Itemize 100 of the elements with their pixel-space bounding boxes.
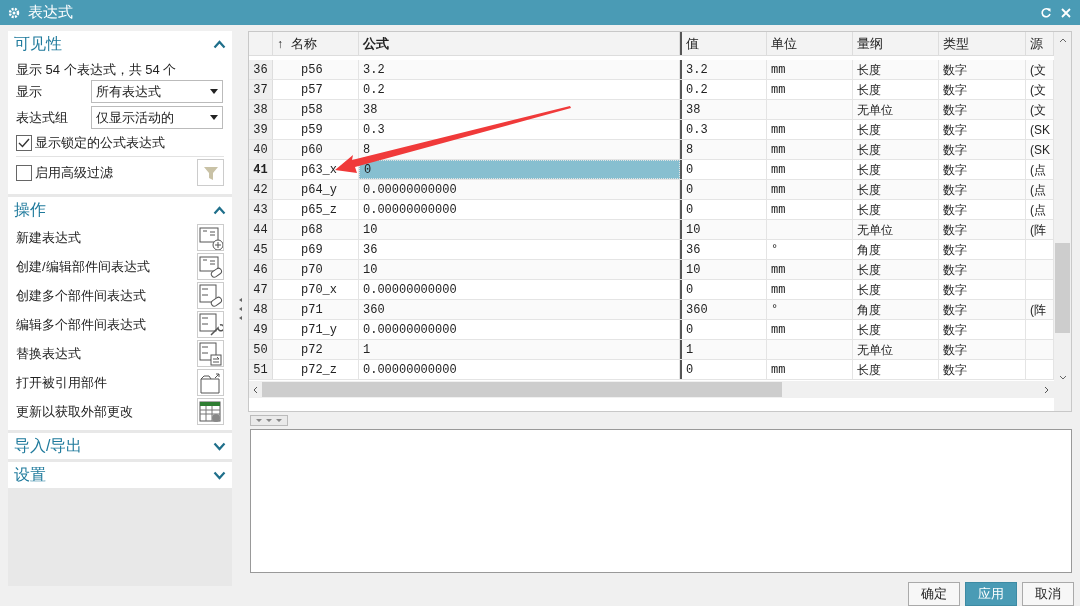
table-cell: 长度 (853, 60, 939, 79)
table-cell: p68 (273, 220, 359, 239)
collapse-icon[interactable] (213, 205, 226, 215)
dropdown[interactable]: 仅显示活动的 (91, 106, 223, 129)
sort-arrow-icon[interactable]: ↑ (277, 34, 283, 53)
wrench-icon (198, 312, 223, 337)
section-title[interactable]: 可见性 (14, 32, 62, 56)
table-cell: 数字 (939, 180, 1026, 199)
table-cell: p69 (273, 240, 359, 259)
row-number: 46 (249, 260, 273, 279)
checkbox[interactable] (16, 164, 32, 181)
table-cell: 0.00000000000 (359, 320, 680, 339)
table-cell: 0.00000000000 (359, 360, 680, 379)
section-title[interactable]: 设置 (14, 463, 46, 487)
table-cell: mm (767, 200, 853, 219)
column-header[interactable]: 类型 (939, 32, 1026, 55)
table-cell: 长度 (853, 120, 939, 139)
row-number: 41 (249, 160, 273, 179)
row-number: 49 (249, 320, 273, 339)
action-label[interactable]: 打开被引用部件 (16, 372, 107, 393)
table-cell: 数字 (939, 80, 1026, 99)
scroll-right-icon[interactable] (1044, 385, 1049, 394)
field-label: 显示 (16, 82, 43, 101)
column-header[interactable]: 值 (680, 32, 767, 55)
close-icon[interactable] (1060, 6, 1072, 19)
scroll-down-icon[interactable] (1058, 375, 1067, 380)
section-title[interactable]: 操作 (14, 198, 46, 222)
action-button[interactable] (197, 253, 224, 280)
expand-icon[interactable] (213, 441, 226, 451)
table-cell: 数字 (939, 280, 1026, 299)
table-cell: 长度 (853, 320, 939, 339)
checkbox[interactable] (16, 135, 32, 151)
expand-toggle[interactable] (250, 415, 288, 426)
table-cell: 数字 (939, 140, 1026, 159)
table-cell: p57 (273, 80, 359, 99)
table-cell: p59 (273, 120, 359, 139)
table-cell: 10 (359, 260, 680, 279)
settings-icon (8, 6, 20, 19)
table-cell: 无单位 (853, 100, 939, 119)
table-cell: ° (767, 300, 853, 319)
expand-icon[interactable] (213, 470, 226, 480)
action-label[interactable]: 新建表达式 (16, 227, 81, 248)
column-header[interactable]: 单位 (767, 32, 853, 55)
reset-icon[interactable] (1040, 6, 1052, 19)
action-label[interactable]: 创建多个部件间表达式 (16, 285, 146, 306)
table-cell: 0 (680, 360, 767, 379)
checkbox-label: 显示锁定的公式表达式 (35, 134, 165, 153)
table-cell: mm (767, 160, 853, 179)
folder-icon (198, 370, 223, 395)
table-cell: mm (767, 80, 853, 99)
table-cell: mm (767, 60, 853, 79)
action-button[interactable] (197, 282, 224, 309)
summary-text: 显示 54 个表达式，共 54 个 (16, 61, 178, 78)
column-header[interactable]: 公式 (359, 32, 680, 55)
table-cell: p71_y (273, 320, 359, 339)
action-label[interactable]: 编辑多个部件间表达式 (16, 314, 146, 335)
row-number: 50 (249, 340, 273, 359)
column-header[interactable]: 名称 (291, 33, 317, 54)
action-button[interactable] (197, 311, 224, 338)
action-label[interactable]: 创建/编辑部件间表达式 (16, 256, 150, 277)
collapse-panel-icon[interactable] (237, 295, 243, 322)
row-number: 47 (249, 280, 273, 299)
new-expression-icon (198, 225, 223, 250)
table-cell: 10 (359, 220, 680, 239)
horizontal-scrollbar-thumb[interactable] (262, 382, 782, 397)
table-cell: 长度 (853, 140, 939, 159)
row-number: 42 (249, 180, 273, 199)
table-cell: 数字 (939, 300, 1026, 319)
scroll-up-icon[interactable] (1058, 38, 1067, 43)
table-cell: 数字 (939, 340, 1026, 359)
table-cell: p71 (273, 300, 359, 319)
dropdown[interactable]: 所有表达式 (91, 80, 223, 103)
action-button[interactable] (197, 398, 224, 425)
dialog-button[interactable]: 取消 (1022, 582, 1074, 606)
action-button[interactable] (197, 224, 224, 251)
row-number: 44 (249, 220, 273, 239)
link-icon (198, 283, 223, 308)
table-cell: 0.00000000000 (359, 180, 680, 199)
row-number: 40 (249, 140, 273, 159)
collapse-icon[interactable] (213, 39, 226, 49)
table-cell: mm (767, 360, 853, 379)
scroll-left-icon[interactable] (253, 385, 258, 394)
vertical-scrollbar-thumb[interactable] (1055, 243, 1070, 333)
row-number: 36 (249, 60, 273, 79)
window-title: 表达式 (28, 2, 73, 23)
table-cell: 数字 (939, 220, 1026, 239)
action-label[interactable]: 替换表达式 (16, 343, 81, 364)
table-cell: 无单位 (853, 220, 939, 239)
row-number: 37 (249, 80, 273, 99)
table-cell: p64_y (273, 180, 359, 199)
table-cell: p70_x (273, 280, 359, 299)
table-cell: 长度 (853, 260, 939, 279)
table-cell: 0.00000000000 (359, 200, 680, 219)
dialog-button[interactable]: 确定 (908, 582, 960, 606)
action-label[interactable]: 更新以获取外部更改 (16, 401, 133, 422)
table-cell: 长度 (853, 80, 939, 99)
table-cell: 0 (359, 160, 680, 179)
column-header[interactable]: 量纲 (853, 32, 939, 55)
table-cell: 数字 (939, 200, 1026, 219)
table-cell: 长度 (853, 280, 939, 299)
